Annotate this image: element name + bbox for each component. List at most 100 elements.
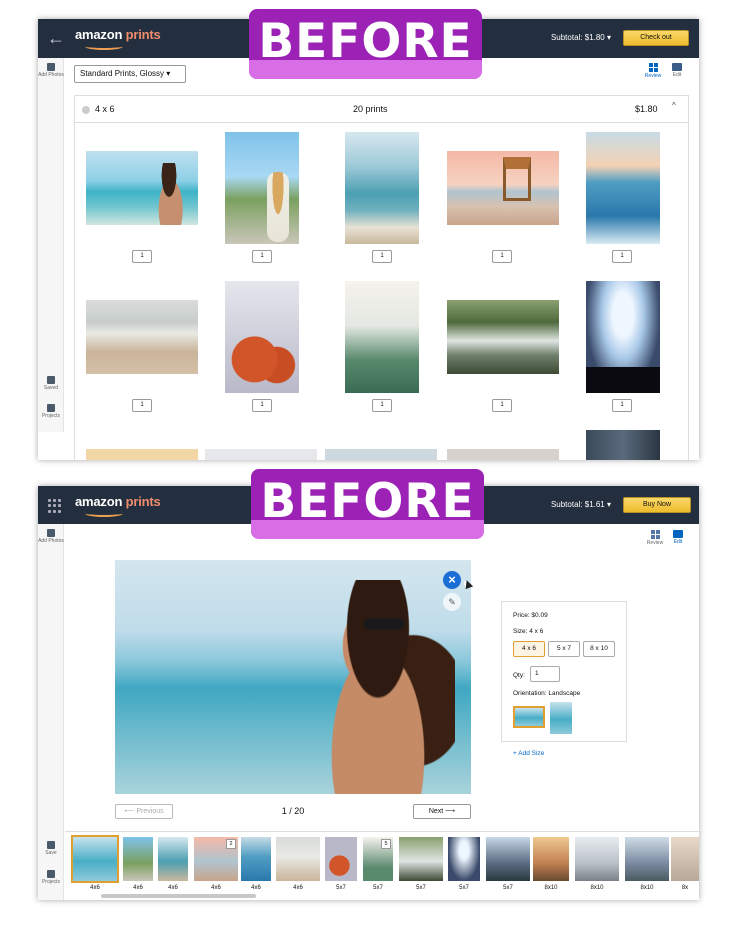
photo-thumbnail[interactable] xyxy=(86,300,198,374)
filmstrip-thumbnail[interactable] xyxy=(241,837,271,881)
size-option-5x7[interactable]: 5 x 7 xyxy=(548,641,580,657)
filmstrip-thumbnail[interactable] xyxy=(399,837,443,881)
filmstrip-item[interactable]: 8x10 xyxy=(533,837,569,891)
remove-photo-button[interactable]: × xyxy=(443,571,461,589)
quantity-input[interactable]: 1 xyxy=(252,250,272,263)
landscape-orientation-option[interactable] xyxy=(513,706,545,728)
photo-thumbnail[interactable] xyxy=(225,281,299,393)
before-badge: BEFORE xyxy=(249,9,482,79)
add-size-link[interactable]: + Add Size xyxy=(513,750,544,757)
group-size: 4 x 6 xyxy=(95,104,115,114)
filmstrip-thumbnail[interactable] xyxy=(123,837,153,881)
filmstrip-thumbnail[interactable] xyxy=(625,837,669,881)
projects-button[interactable]: Projects xyxy=(38,870,64,885)
filmstrip-item[interactable]: 4x6 xyxy=(123,837,153,891)
projects-button[interactable]: Projects xyxy=(38,404,64,419)
photo-preview[interactable] xyxy=(115,560,471,794)
filmstrip-size-label: 4x6 xyxy=(293,885,303,891)
photo-thumbnail[interactable] xyxy=(325,449,437,460)
quantity-input[interactable]: 1 xyxy=(530,666,560,682)
portrait-orientation-option[interactable] xyxy=(550,702,572,734)
review-label: Review xyxy=(644,73,662,79)
filmstrip-item[interactable]: 2 4x6 xyxy=(194,837,238,891)
print-type-select[interactable]: Standard Prints, Glossy ▾ xyxy=(74,65,186,83)
filmstrip-size-label: 5x7 xyxy=(336,885,346,891)
quantity-input[interactable]: 1 xyxy=(612,399,632,412)
filmstrip-thumbnail[interactable] xyxy=(486,837,530,881)
filmstrip-item[interactable]: 4x6 xyxy=(276,837,320,891)
review-view-toggle[interactable]: Review xyxy=(644,63,662,79)
photo-thumbnail[interactable] xyxy=(586,132,660,244)
photo-thumbnail[interactable] xyxy=(447,300,559,374)
filmstrip-item[interactable]: 4x6 xyxy=(71,835,119,891)
filmstrip-item[interactable]: 5x7 xyxy=(325,837,357,891)
subtotal-dropdown[interactable]: Subtotal: $1.61 ▾ xyxy=(551,500,611,509)
filmstrip-thumbnail[interactable] xyxy=(533,837,569,881)
review-view-toggle[interactable]: Review xyxy=(646,530,664,546)
amazon-prints-logo[interactable]: amazon prints xyxy=(75,495,161,517)
add-photos-button[interactable]: Add Photos xyxy=(38,63,64,78)
previous-button[interactable]: ⟵ Previous xyxy=(115,804,173,819)
photo-thumbnail[interactable] xyxy=(205,449,317,460)
filmstrip-thumbnail[interactable] xyxy=(325,837,357,881)
print-group-header[interactable]: 4 x 6 20 prints $1.80 ^ xyxy=(75,96,688,123)
filmstrip-size-label: 4x6 xyxy=(251,885,261,891)
quantity-input[interactable]: 1 xyxy=(132,250,152,263)
collapse-chevron-icon[interactable]: ^ xyxy=(672,101,676,110)
filmstrip-item[interactable]: 5x7 xyxy=(448,837,480,891)
photo-thumbnail[interactable] xyxy=(586,430,660,460)
amazon-prints-logo[interactable]: amazon prints xyxy=(75,28,161,50)
group-select-radio[interactable] xyxy=(82,106,90,114)
photo-thumbnail[interactable] xyxy=(345,132,419,244)
filmstrip-item[interactable]: 8x10 xyxy=(575,837,619,891)
filmstrip-thumbnail[interactable] xyxy=(671,837,699,881)
page-counter: 1 / 20 xyxy=(281,806,305,816)
buy-now-button[interactable]: Buy Now xyxy=(623,497,691,513)
photo-thumbnail[interactable] xyxy=(225,132,299,244)
photo-thumbnail[interactable] xyxy=(86,151,198,225)
filmstrip-thumbnail[interactable]: 2 xyxy=(194,837,238,881)
photo-thumbnail[interactable] xyxy=(586,281,660,393)
filmstrip-item[interactable]: 8x xyxy=(671,837,699,891)
quantity-input[interactable]: 1 xyxy=(132,399,152,412)
edit-view-toggle[interactable]: Edit xyxy=(668,63,686,78)
filmstrip-thumbnail[interactable] xyxy=(158,837,188,881)
subtotal-dropdown[interactable]: Subtotal: $1.80 ▾ xyxy=(551,33,611,42)
quantity-input[interactable]: 1 xyxy=(492,399,512,412)
add-photos-button[interactable]: Add Photos xyxy=(38,529,64,544)
photo-thumbnail[interactable] xyxy=(86,449,198,460)
filmstrip-thumbnail[interactable] xyxy=(448,837,480,881)
saved-button[interactable]: Saved xyxy=(38,376,64,391)
size-option-8x10[interactable]: 8 x 10 xyxy=(583,641,615,657)
filmstrip-item[interactable]: 4x6 xyxy=(158,837,188,891)
quantity-input[interactable]: 1 xyxy=(372,399,392,412)
edit-view-toggle[interactable]: Edit xyxy=(669,530,687,545)
filmstrip-thumbnail[interactable] xyxy=(276,837,320,881)
app-grid-icon[interactable] xyxy=(48,499,62,513)
filmstrip-item[interactable]: 5x7 xyxy=(486,837,530,891)
size-option-4x6[interactable]: 4 x 6 xyxy=(513,641,545,657)
add-photo-icon xyxy=(47,63,55,71)
quantity-input[interactable]: 1 xyxy=(372,250,392,263)
save-label: Save xyxy=(45,850,57,856)
back-arrow-icon[interactable]: ← xyxy=(46,29,66,47)
photo-thumbnail[interactable] xyxy=(447,151,559,225)
filmstrip-scrollbar[interactable] xyxy=(101,894,256,898)
filmstrip-thumbnail[interactable] xyxy=(71,835,119,883)
next-button[interactable]: Next ⟶ xyxy=(413,804,471,819)
quantity-input[interactable]: 1 xyxy=(492,250,512,263)
filmstrip-item[interactable]: 4x6 xyxy=(241,837,271,891)
filmstrip-item[interactable]: 8x10 xyxy=(625,837,669,891)
quantity-input[interactable]: 1 xyxy=(612,250,632,263)
filmstrip-thumbnail[interactable] xyxy=(575,837,619,881)
photo-thumbnail[interactable] xyxy=(345,281,419,393)
filmstrip-item[interactable]: 5x7 xyxy=(399,837,443,891)
photo-thumbnail[interactable] xyxy=(447,449,559,460)
filmstrip-thumbnail[interactable]: 5 xyxy=(363,837,393,881)
checkout-button[interactable]: Check out xyxy=(623,30,689,46)
filmstrip-item[interactable]: 5 5x7 xyxy=(363,837,393,891)
left-rail: Add Photos Saved Projects xyxy=(38,58,64,432)
edit-photo-button[interactable]: ✎ xyxy=(443,593,461,611)
quantity-input[interactable]: 1 xyxy=(252,399,272,412)
save-button[interactable]: Save xyxy=(38,841,64,856)
